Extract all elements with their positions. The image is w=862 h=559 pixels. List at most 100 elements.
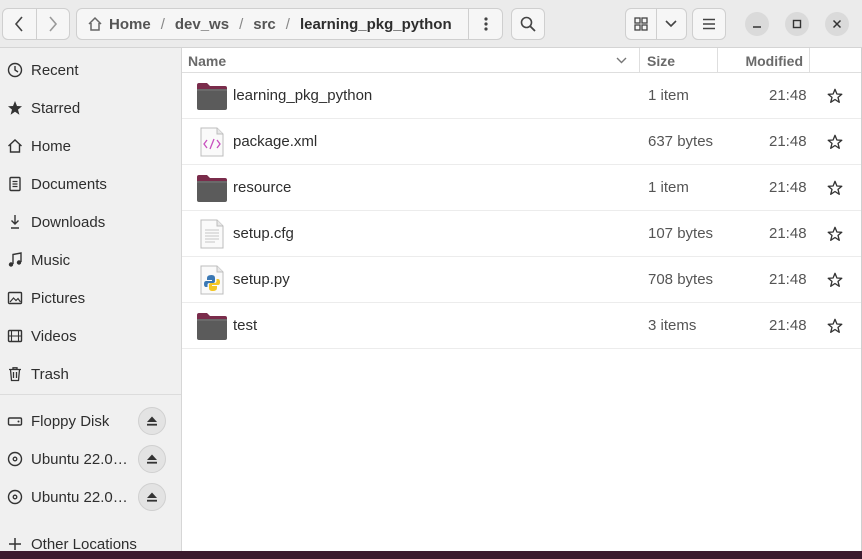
picture-icon	[6, 289, 24, 307]
file-size: 1 item	[648, 179, 689, 196]
file-modified: 21:48	[769, 133, 807, 150]
star-toggle-icon[interactable]	[825, 132, 845, 152]
sidebar-item-label: Downloads	[31, 213, 106, 231]
column-header-star	[810, 48, 861, 73]
column-modified-label: Modified	[745, 52, 803, 69]
chevron-down-icon	[665, 20, 678, 28]
search-button[interactable]	[511, 8, 545, 40]
file-list-view: Name Size Modified learning_pkg_python 1…	[182, 48, 861, 551]
table-row[interactable]: setup.cfg 107 bytes 21:48	[182, 211, 861, 257]
main-menu-button[interactable]	[692, 8, 726, 40]
sidebar-item-label: Documents	[31, 175, 107, 193]
chevron-left-icon	[15, 16, 24, 32]
python-file-icon	[200, 265, 224, 295]
eject-button[interactable]	[138, 483, 166, 511]
sidebar-item-label: Videos	[31, 327, 77, 345]
breadcrumb-separator: /	[239, 15, 244, 33]
star-toggle-icon[interactable]	[825, 86, 845, 106]
table-row[interactable]: resource 1 item 21:48	[182, 165, 861, 211]
sidebar-item-home[interactable]: Home	[0, 128, 181, 164]
column-header-size[interactable]: Size	[640, 48, 718, 73]
eject-button[interactable]	[138, 407, 166, 435]
grid-view-button[interactable]	[626, 9, 656, 39]
column-header-modified[interactable]: Modified	[718, 48, 810, 73]
eject-icon	[147, 454, 157, 464]
view-toggle-group	[625, 8, 687, 40]
download-icon	[6, 213, 24, 231]
chevron-right-icon	[49, 16, 58, 32]
sidebar-item-other-locations[interactable]: Other Locations	[0, 526, 181, 551]
forward-button[interactable]	[35, 9, 69, 39]
column-header-row: Name Size Modified	[182, 48, 861, 73]
close-button[interactable]	[825, 12, 849, 36]
sidebar-item-label: Ubuntu 22.0…	[31, 450, 128, 468]
folder-icon	[197, 83, 227, 110]
sidebar-item-music[interactable]: Music	[0, 242, 181, 278]
video-icon	[6, 327, 24, 345]
eject-icon	[147, 492, 157, 502]
table-row[interactable]: test 3 items 21:48	[182, 303, 861, 349]
sort-chevron-down-icon	[616, 57, 627, 64]
back-button[interactable]	[3, 9, 36, 39]
sidebar-item-downloads[interactable]: Downloads	[0, 204, 181, 240]
star-toggle-icon[interactable]	[825, 224, 845, 244]
sidebar-item-label: Music	[31, 251, 71, 269]
breadcrumb-dev-ws[interactable]: dev_ws	[169, 16, 235, 33]
file-name: setup.cfg	[233, 225, 294, 242]
sidebar-item-pictures[interactable]: Pictures	[0, 280, 181, 316]
star-toggle-icon[interactable]	[825, 270, 845, 290]
sidebar-item-label: Floppy Disk	[31, 412, 110, 430]
maximize-icon	[792, 19, 802, 29]
clock-icon	[6, 61, 24, 79]
file-size: 107 bytes	[648, 225, 714, 242]
eject-button[interactable]	[138, 445, 166, 473]
column-header-name[interactable]: Name	[182, 48, 640, 73]
table-row[interactable]: setup.py 708 bytes 21:48	[182, 257, 861, 303]
table-row[interactable]: learning_pkg_python 1 item 21:48	[182, 73, 861, 119]
file-size: 3 items	[648, 317, 697, 334]
drive-icon	[6, 412, 24, 430]
breadcrumb-src[interactable]: src	[247, 16, 282, 33]
star-toggle-icon[interactable]	[825, 316, 845, 336]
sidebar-item-videos[interactable]: Videos	[0, 318, 181, 354]
close-icon	[832, 19, 842, 29]
folder-icon	[197, 313, 227, 340]
breadcrumb-current[interactable]: learning_pkg_python	[294, 16, 458, 33]
file-name: resource	[233, 179, 292, 196]
sidebar-item-starred[interactable]: Starred	[0, 90, 181, 126]
file-size: 637 bytes	[648, 133, 714, 150]
path-bar: Home / dev_ws / src / learning_pkg_pytho…	[76, 8, 503, 40]
home-icon	[87, 16, 103, 32]
sidebar-item-label: Recent	[31, 61, 79, 79]
sidebar-item-recent[interactable]: Recent	[0, 52, 181, 88]
file-modified: 21:48	[769, 317, 807, 334]
nav-buttons	[2, 8, 70, 40]
maximize-button[interactable]	[785, 12, 809, 36]
column-size-label: Size	[647, 52, 676, 69]
desktop-background-strip	[0, 551, 862, 559]
file-name: learning_pkg_python	[233, 87, 373, 104]
star-toggle-icon[interactable]	[825, 178, 845, 198]
sidebar-item-label: Starred	[31, 99, 81, 117]
file-modified: 21:48	[769, 271, 807, 288]
view-options-button[interactable]	[655, 9, 686, 39]
sidebar-divider	[0, 394, 181, 395]
column-name-label: Name	[188, 52, 227, 69]
file-manager-window: Home / dev_ws / src / learning_pkg_pytho…	[0, 0, 862, 551]
table-row[interactable]: package.xml 637 bytes 21:48	[182, 119, 861, 165]
disc-icon	[6, 450, 24, 468]
file-name: setup.py	[233, 271, 290, 288]
sidebar-item-label: Pictures	[31, 289, 86, 307]
breadcrumb-separator: /	[160, 15, 165, 33]
minimize-button[interactable]	[745, 12, 769, 36]
sidebar-item-documents[interactable]: Documents	[0, 166, 181, 202]
sidebar-item-label: Home	[31, 137, 72, 155]
sidebar-item-label: Other Locations	[31, 535, 137, 552]
file-modified: 21:48	[769, 87, 807, 104]
breadcrumb-separator: /	[285, 15, 290, 33]
sidebar-item-trash[interactable]: Trash	[0, 356, 181, 392]
breadcrumb-home[interactable]: Home	[103, 16, 157, 33]
file-modified: 21:48	[769, 179, 807, 196]
music-icon	[6, 251, 24, 269]
path-menu-button[interactable]	[468, 9, 502, 39]
